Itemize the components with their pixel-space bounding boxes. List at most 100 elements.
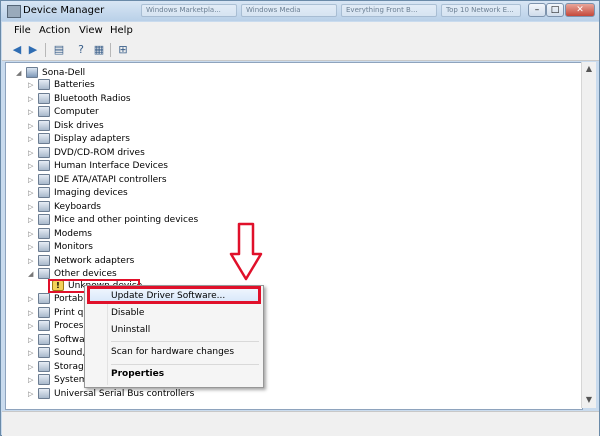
scroll-up-arrow-icon[interactable]: ▲ <box>582 62 596 76</box>
down-arrow-annotation-icon <box>229 222 263 281</box>
status-bar <box>2 411 599 436</box>
processor-icon <box>38 320 50 331</box>
expand-arrow-icon[interactable]: ▷ <box>28 375 36 385</box>
toolbar-separator <box>110 43 111 57</box>
software-device-icon <box>38 333 50 345</box>
printer-icon <box>38 306 50 318</box>
tree-item-label: Keyboards <box>54 201 101 212</box>
ide-controller-icon <box>38 173 50 185</box>
menu-action[interactable]: Action <box>39 25 70 36</box>
toolbar: ◀ ▶ ▤ ? ▦ ⊞ <box>2 40 599 61</box>
hid-icon <box>38 160 50 171</box>
expand-arrow-icon[interactable]: ▷ <box>28 148 36 158</box>
tree-item-label: Network adapters <box>54 255 135 266</box>
collapse-arrow-icon[interactable]: ◢ <box>16 68 24 78</box>
expand-arrow-icon[interactable]: ▷ <box>28 80 36 90</box>
menu-item-uninstall[interactable]: Uninstall <box>111 325 150 335</box>
storage-icon <box>38 360 50 372</box>
background-window-tab: Windows Media <box>241 4 337 17</box>
monitor-icon <box>38 241 50 252</box>
expand-arrow-icon[interactable]: ▷ <box>28 161 36 171</box>
camera-icon <box>38 187 50 198</box>
expand-arrow-icon[interactable]: ▷ <box>28 362 36 372</box>
expand-arrow-icon[interactable]: ▷ <box>28 175 36 185</box>
network-adapter-icon <box>38 254 50 266</box>
tree-item-label: Mice and other pointing devices <box>54 215 199 225</box>
expand-arrow-icon[interactable]: ▷ <box>28 335 36 345</box>
expand-arrow-icon[interactable]: ▷ <box>28 256 36 266</box>
context-menu-separator <box>111 341 259 342</box>
usb-icon <box>38 387 50 399</box>
scroll-down-arrow-icon[interactable]: ▼ <box>582 393 596 407</box>
keyboard-icon <box>38 200 50 212</box>
properties-icon[interactable]: ▤ <box>52 43 66 56</box>
background-window-tab: Windows Marketpla... <box>141 4 237 17</box>
update-driver-icon[interactable]: ▦ <box>92 43 106 56</box>
expand-arrow-icon[interactable]: ▷ <box>28 308 36 318</box>
portable-device-icon <box>38 293 50 304</box>
expand-arrow-icon[interactable]: ▷ <box>28 202 36 212</box>
tree-item-label: Universal Serial Bus controllers <box>54 388 195 399</box>
close-button[interactable]: ✕ <box>565 3 595 17</box>
system-device-icon <box>38 374 50 385</box>
menu-file[interactable]: File <box>14 25 31 36</box>
menu-help[interactable]: Help <box>110 25 133 36</box>
help-icon[interactable]: ? <box>74 43 88 56</box>
disk-drive-icon <box>38 119 50 131</box>
tree-item-label: Batteries <box>54 80 95 90</box>
expand-arrow-icon[interactable]: ▷ <box>28 348 36 358</box>
dvd-drive-icon <box>38 146 50 158</box>
tree-item-label: Bluetooth Radios <box>54 93 131 104</box>
scan-hardware-icon[interactable]: ⊞ <box>116 43 130 56</box>
menu-item-properties[interactable]: Properties <box>111 369 164 379</box>
battery-icon <box>38 79 50 90</box>
collapse-arrow-icon[interactable]: ◢ <box>28 269 36 279</box>
back-arrow-icon[interactable]: ◀ <box>10 43 24 56</box>
expand-arrow-icon[interactable]: ▷ <box>28 242 36 252</box>
menu-item-scan-hardware[interactable]: Scan for hardware changes <box>111 347 234 357</box>
expand-arrow-icon[interactable]: ▷ <box>28 389 36 399</box>
tree-item-label: DVD/CD-ROM drives <box>54 147 145 158</box>
menu-bar: File Action View Help <box>2 22 599 40</box>
update-driver-annotation-box <box>87 286 261 304</box>
tree-item-label: Monitors <box>54 242 93 252</box>
expand-arrow-icon[interactable]: ▷ <box>28 134 36 144</box>
expand-arrow-icon[interactable]: ▷ <box>28 229 36 239</box>
tree-root-label: Sona-Dell <box>42 68 86 78</box>
mouse-icon <box>38 214 50 225</box>
tree-item-label: IDE ATA/ATAPI controllers <box>54 174 167 185</box>
tree-item-label: Modems <box>54 228 92 239</box>
bluetooth-icon <box>38 92 50 104</box>
background-window-tab: Top 10 Network E... <box>441 4 521 17</box>
tree-item-label: Human Interface Devices <box>54 161 168 171</box>
background-window-tab: Everything Front B... <box>341 4 437 17</box>
toolbar-separator <box>45 43 46 57</box>
display-adapter-icon <box>38 133 50 144</box>
expand-arrow-icon[interactable]: ▷ <box>28 215 36 225</box>
computer-icon <box>26 67 38 78</box>
tree-item-label: Computer <box>54 107 99 117</box>
device-manager-icon <box>7 5 21 18</box>
forward-arrow-icon[interactable]: ▶ <box>26 43 40 56</box>
maximize-button[interactable]: □ <box>546 3 564 17</box>
tree-item-label: Imaging devices <box>54 188 128 198</box>
expand-arrow-icon[interactable]: ▷ <box>28 107 36 117</box>
window-title: Device Manager <box>23 5 105 16</box>
minimize-button[interactable]: – <box>528 3 546 17</box>
modem-icon <box>38 227 50 239</box>
expand-arrow-icon[interactable]: ▷ <box>28 321 36 331</box>
menu-item-disable[interactable]: Disable <box>111 308 144 318</box>
expand-arrow-icon[interactable]: ▷ <box>28 188 36 198</box>
sound-icon <box>38 347 50 358</box>
expand-arrow-icon[interactable]: ▷ <box>28 94 36 104</box>
expand-arrow-icon[interactable]: ▷ <box>28 121 36 131</box>
computer-icon <box>38 106 50 117</box>
title-bar[interactable]: Device Manager Windows Marketpla... Wind… <box>1 1 599 21</box>
vertical-scrollbar[interactable]: ▲ ▼ <box>581 62 596 408</box>
expand-arrow-icon[interactable]: ▷ <box>28 294 36 304</box>
other-devices-icon <box>38 268 50 279</box>
context-menu-separator <box>111 364 259 365</box>
tree-item-label: Display adapters <box>54 134 130 144</box>
tree-item-label: Disk drives <box>54 120 104 131</box>
menu-view[interactable]: View <box>79 25 103 36</box>
